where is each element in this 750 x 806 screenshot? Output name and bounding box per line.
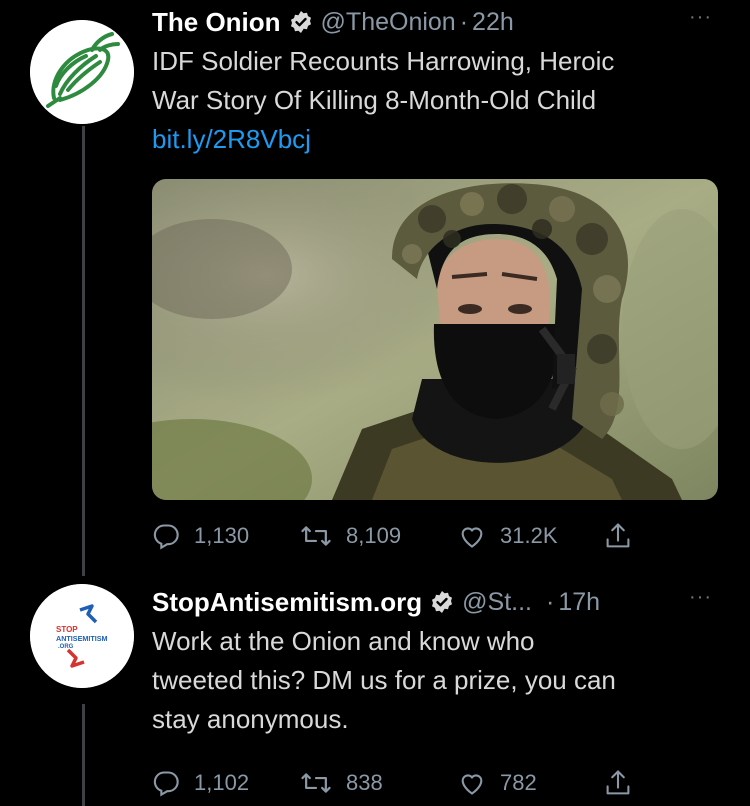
reply-count: 1,102 (194, 770, 250, 795)
share-icon (606, 770, 630, 795)
author-name[interactable]: StopAntisemitism.org (152, 587, 422, 618)
tweet-text: IDF Soldier Recounts Harrowing, Heroic W… (152, 42, 722, 120)
tweet-image[interactable] (152, 179, 718, 500)
like-count: 31.2K (500, 523, 558, 548)
reply-button[interactable]: 1,102 (152, 769, 300, 797)
retweet-count: 8,109 (346, 523, 402, 548)
like-button[interactable]: 31.2K (458, 522, 604, 550)
author-handle[interactable]: @St... (462, 588, 532, 617)
stopantisemitism-avatar[interactable]: STOP ANTISEMITISM .ORG (30, 584, 134, 688)
tweet-link[interactable]: bit.ly/2R8Vbcj (152, 120, 722, 159)
retweet-count: 838 (346, 770, 383, 795)
heart-icon (461, 774, 483, 795)
more-options-icon[interactable]: ··· (689, 586, 712, 609)
thread-line-top (82, 126, 85, 576)
tweet-onion[interactable]: The Onion @TheOnion · 22h ··· IDF Soldie… (152, 2, 722, 556)
author-handle[interactable]: @TheOnion (321, 8, 456, 37)
timestamp[interactable]: 22h (472, 8, 514, 37)
tweet-text-line: Work at the Onion and know who (152, 626, 535, 656)
tweet-header: StopAntisemitism.org @St... · 17h (152, 582, 722, 622)
onion-logo-icon (30, 20, 134, 124)
logo-line1: STOP (56, 625, 78, 634)
tweet-header: The Onion @TheOnion · 22h (152, 2, 722, 42)
separator-dot: · (545, 587, 555, 616)
like-button[interactable]: 782 (458, 769, 604, 797)
timestamp[interactable]: 17h (558, 588, 600, 617)
verified-badge-icon (432, 591, 453, 613)
reply-button[interactable]: 1,130 (152, 522, 300, 550)
logo-line3: .ORG (58, 644, 74, 650)
thread-line-bottom (82, 704, 85, 806)
tweet-text-line: IDF Soldier Recounts Harrowing, Heroic (152, 46, 615, 76)
separator-dot: · (459, 7, 469, 36)
verified-badge-icon (290, 11, 311, 33)
logo-line2: ANTISEMITISM (56, 634, 108, 643)
reply-icon (153, 524, 179, 550)
share-icon (606, 523, 630, 548)
tweet-text-line: War Story Of Killing 8-Month-Old Child (152, 85, 597, 115)
tweet-text-line: stay anonymous. (152, 704, 349, 734)
retweet-icon (301, 773, 331, 793)
retweet-button[interactable]: 8,109 (300, 522, 458, 550)
tweet-text-line: tweeted this? DM us for a prize, you can (152, 665, 616, 695)
tweet-actions: 1,102 838 782 (152, 763, 722, 803)
share-button[interactable] (604, 768, 646, 798)
tweet-stopantisemitism[interactable]: StopAntisemitism.org @St... · 17h ··· Wo… (152, 582, 722, 803)
heart-icon (461, 527, 483, 548)
retweet-icon (301, 526, 331, 546)
soldier-photo (152, 179, 718, 500)
onion-avatar[interactable] (30, 20, 134, 124)
stopantisemitism-logo-icon: STOP ANTISEMITISM .ORG (30, 584, 134, 688)
reply-icon (153, 771, 179, 797)
share-button[interactable] (604, 521, 646, 551)
reply-count: 1,130 (194, 523, 250, 548)
tweet-text: Work at the Onion and know who tweeted t… (152, 622, 722, 739)
retweet-button[interactable]: 838 (300, 769, 458, 797)
tweet-actions: 1,130 8,109 31.2K (152, 516, 722, 556)
more-options-icon[interactable]: ··· (689, 6, 712, 29)
author-name[interactable]: The Onion (152, 7, 281, 38)
like-count: 782 (500, 770, 537, 795)
